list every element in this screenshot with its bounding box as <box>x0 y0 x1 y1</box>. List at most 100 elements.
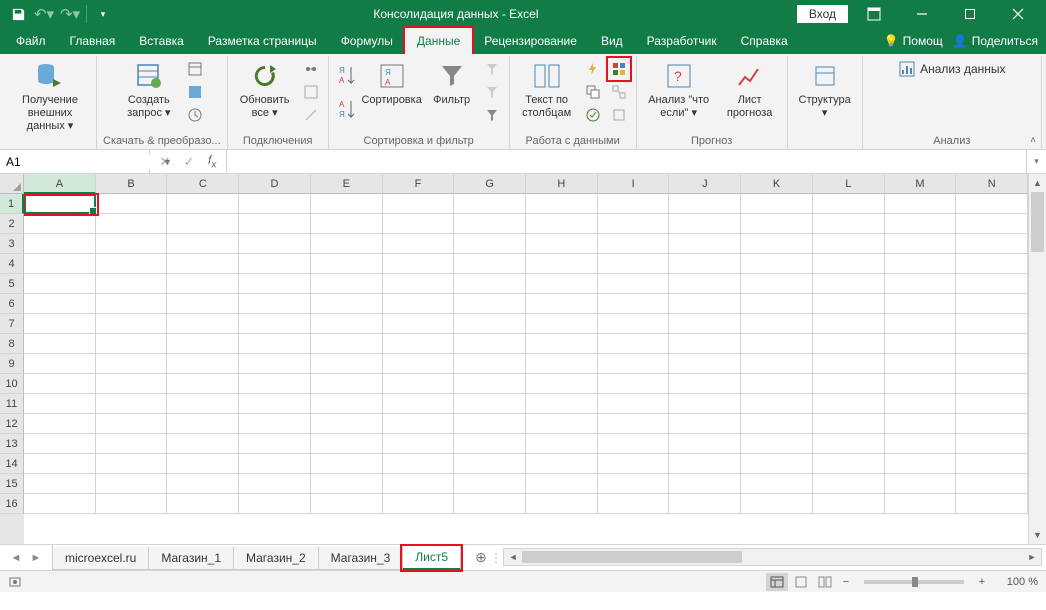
column-header[interactable]: B <box>96 174 168 194</box>
sheet-tab[interactable]: Магазин_1 <box>148 547 234 570</box>
scroll-left-icon[interactable]: ◄ <box>504 549 522 565</box>
cells-area[interactable] <box>24 194 1028 514</box>
remove-duplicates-icon[interactable] <box>582 81 604 103</box>
from-table-icon[interactable] <box>184 81 206 103</box>
collapse-ribbon-icon[interactable]: ˄ <box>1024 133 1042 147</box>
tab-split-handle[interactable]: ⋮ <box>493 545 499 570</box>
flash-fill-icon[interactable] <box>582 58 604 80</box>
zoom-in-icon[interactable]: + <box>974 576 990 588</box>
scroll-up-icon[interactable]: ▲ <box>1029 174 1046 192</box>
tab-insert[interactable]: Вставка <box>127 28 196 54</box>
refresh-all-button[interactable]: Обновить все ▾ <box>234 58 296 122</box>
recent-sources-icon[interactable] <box>184 104 206 126</box>
row-header[interactable]: 15 <box>0 474 24 494</box>
vscroll-thumb[interactable] <box>1031 192 1044 252</box>
clear-filter-icon[interactable] <box>481 58 503 80</box>
sheet-tab[interactable]: Магазин_3 <box>318 547 404 570</box>
relationships-icon[interactable] <box>608 81 630 103</box>
column-header[interactable]: F <box>383 174 455 194</box>
row-header[interactable]: 9 <box>0 354 24 374</box>
tab-review[interactable]: Рецензирование <box>472 28 589 54</box>
tab-data[interactable]: Данные <box>405 28 472 54</box>
get-external-data-button[interactable]: Получение внешних данных ▾ <box>10 58 90 136</box>
row-header[interactable]: 5 <box>0 274 24 294</box>
tab-help[interactable]: Справка <box>729 28 800 54</box>
text-to-columns-button[interactable]: Текст по столбцам <box>516 58 578 122</box>
column-header[interactable]: D <box>239 174 311 194</box>
vertical-scrollbar[interactable]: ▲ ▼ <box>1028 174 1046 544</box>
column-header[interactable]: G <box>454 174 526 194</box>
column-header[interactable]: C <box>167 174 239 194</box>
row-header[interactable]: 8 <box>0 334 24 354</box>
ribbon-options-icon[interactable] <box>852 0 896 28</box>
name-box[interactable]: ▼ <box>0 150 150 173</box>
tab-formulas[interactable]: Формулы <box>329 28 405 54</box>
formula-input[interactable] <box>227 150 1026 173</box>
show-queries-icon[interactable] <box>184 58 206 80</box>
redo-icon[interactable]: ↷▾ <box>58 3 82 25</box>
sheet-nav-next-icon[interactable]: ► <box>28 549 44 567</box>
expand-formula-bar-icon[interactable]: ▾ <box>1026 150 1046 173</box>
advanced-filter-icon[interactable] <box>481 104 503 126</box>
share-button[interactable]: 👤Поделиться <box>953 34 1038 48</box>
normal-view-icon[interactable] <box>766 573 788 591</box>
row-header[interactable]: 1 <box>0 194 24 214</box>
what-if-button[interactable]: ?Анализ "что если" ▾ <box>643 58 715 122</box>
name-box-input[interactable] <box>6 155 161 169</box>
column-header[interactable]: H <box>526 174 598 194</box>
tab-home[interactable]: Главная <box>58 28 128 54</box>
sort-button[interactable]: ЯАСортировка <box>361 58 423 109</box>
accept-formula-icon[interactable]: ✓ <box>178 152 200 172</box>
horizontal-scrollbar[interactable]: ◄ ► <box>503 548 1042 566</box>
maximize-icon[interactable] <box>948 0 992 28</box>
tab-page-layout[interactable]: Разметка страницы <box>196 28 329 54</box>
sheet-tab[interactable]: Магазин_2 <box>233 547 319 570</box>
sort-asc-icon[interactable]: ЯА <box>335 58 357 91</box>
qat-customize-icon[interactable]: ▾ <box>91 3 115 25</box>
fx-icon[interactable]: fx <box>202 153 222 170</box>
sheet-tab[interactable]: microexcel.ru <box>52 547 149 570</box>
connections-icon[interactable] <box>300 58 322 80</box>
select-all-corner[interactable] <box>0 174 24 194</box>
row-header[interactable]: 14 <box>0 454 24 474</box>
zoom-slider[interactable] <box>864 580 964 584</box>
row-header[interactable]: 3 <box>0 234 24 254</box>
row-header[interactable]: 16 <box>0 494 24 514</box>
tab-view[interactable]: Вид <box>589 28 635 54</box>
column-header[interactable]: I <box>598 174 670 194</box>
consolidate-icon[interactable] <box>608 58 630 80</box>
edit-links-icon[interactable] <box>300 104 322 126</box>
data-validation-icon[interactable] <box>582 104 604 126</box>
scroll-right-icon[interactable]: ► <box>1023 549 1041 565</box>
column-header[interactable]: L <box>813 174 885 194</box>
column-header[interactable]: A <box>24 174 96 194</box>
sheet-nav-prev-icon[interactable]: ◄ <box>8 549 24 567</box>
tab-developer[interactable]: Разработчик <box>635 28 729 54</box>
save-icon[interactable] <box>6 3 30 25</box>
row-header[interactable]: 12 <box>0 414 24 434</box>
outline-button[interactable]: Структура ▾ <box>794 58 856 122</box>
hscroll-thumb[interactable] <box>522 551 742 563</box>
tell-me-button[interactable]: 💡Помощ <box>884 34 943 48</box>
row-header[interactable]: 13 <box>0 434 24 454</box>
zoom-out-icon[interactable]: − <box>838 576 854 588</box>
close-icon[interactable] <box>996 0 1040 28</box>
filter-button[interactable]: Фильтр <box>427 58 477 109</box>
undo-icon[interactable]: ↶▾ <box>32 3 56 25</box>
column-header[interactable]: N <box>956 174 1028 194</box>
manage-data-model-icon[interactable] <box>608 104 630 126</box>
column-header[interactable]: K <box>741 174 813 194</box>
tab-file[interactable]: Файл <box>4 28 58 54</box>
properties-icon[interactable] <box>300 81 322 103</box>
row-header[interactable]: 4 <box>0 254 24 274</box>
macro-record-icon[interactable] <box>8 575 22 589</box>
login-button[interactable]: Вход <box>797 5 848 23</box>
name-box-dropdown-icon[interactable]: ▼ <box>161 157 174 167</box>
page-layout-view-icon[interactable] <box>790 573 812 591</box>
column-header[interactable]: E <box>311 174 383 194</box>
sheet-tab[interactable]: Лист5 <box>402 546 461 570</box>
column-header[interactable]: J <box>669 174 741 194</box>
column-header[interactable]: M <box>885 174 957 194</box>
row-header[interactable]: 2 <box>0 214 24 234</box>
new-query-button[interactable]: Создать запрос ▾ <box>118 58 180 122</box>
